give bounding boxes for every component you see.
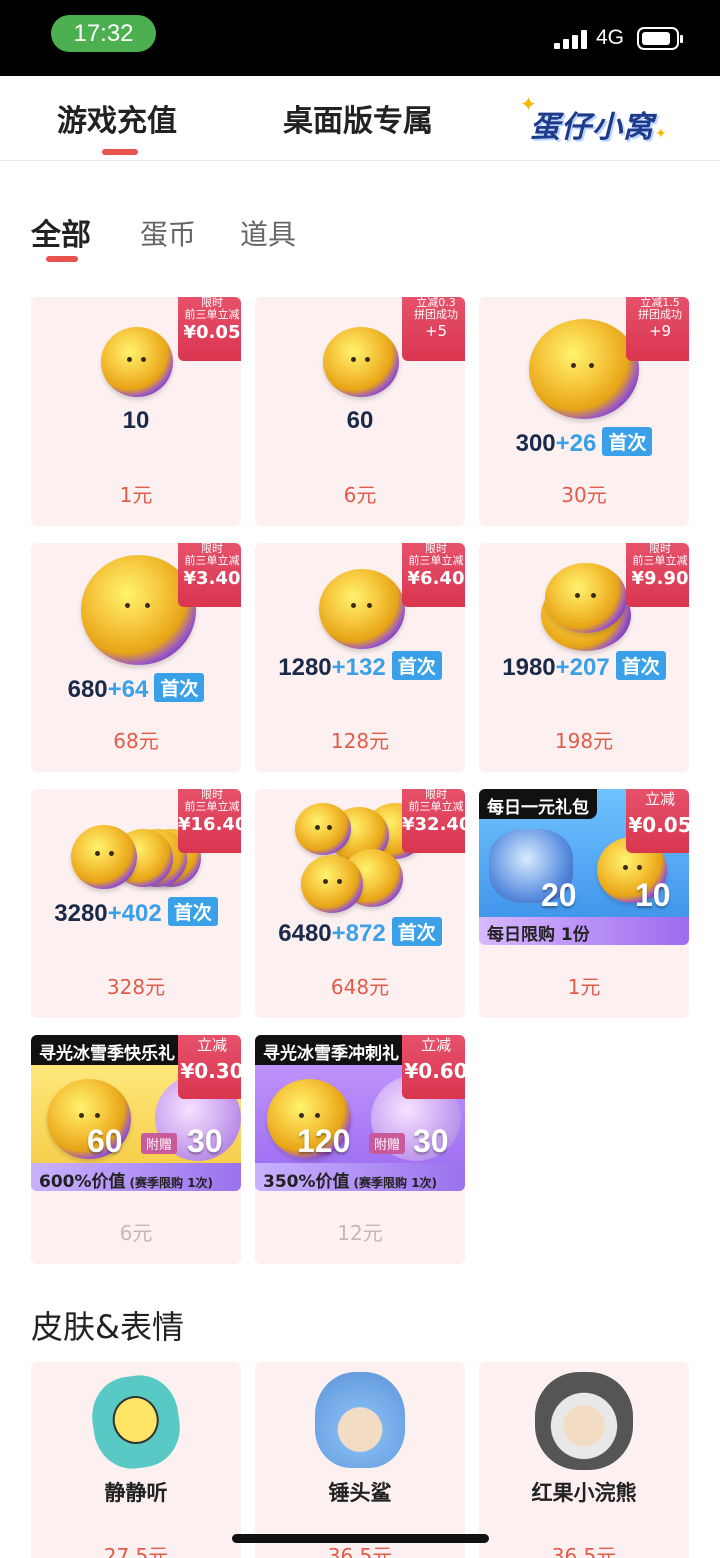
product-price: 198元 bbox=[554, 729, 614, 753]
gift-count: 30 bbox=[187, 1123, 223, 1159]
coin-icon bbox=[295, 803, 351, 855]
section-title: 皮肤&表情 bbox=[31, 1308, 184, 1346]
product-price: 1元 bbox=[567, 975, 601, 999]
pack-title: 寻光冰雪季快乐礼 bbox=[31, 1035, 191, 1065]
pack-limit: 每日限购 1份 bbox=[479, 917, 689, 945]
subtab-all[interactable]: 全部 bbox=[31, 210, 91, 254]
signal-icon bbox=[554, 29, 588, 49]
product-price: 12元 bbox=[337, 1221, 383, 1245]
skin-name: 静静听 bbox=[104, 1481, 168, 1505]
coin-count: 10 bbox=[635, 877, 671, 913]
pack-value: 350%价值 (赛季限购 1次) bbox=[255, 1163, 465, 1192]
coin-amount: 60 bbox=[346, 407, 374, 434]
network-label: 4G bbox=[596, 26, 625, 49]
coin-icon bbox=[319, 569, 405, 649]
status-time: 17:32 bbox=[51, 15, 156, 52]
gift-count: 30 bbox=[413, 1123, 449, 1159]
product-price: 1元 bbox=[119, 483, 153, 507]
coin-count: 120 bbox=[297, 1123, 351, 1159]
product-price: 6元 bbox=[343, 483, 377, 507]
season-pack-card[interactable]: 120 附赠 30 寻光冰雪季冲刺礼 350%价值 (赛季限购 1次) 12元 立… bbox=[255, 1035, 465, 1264]
coin-amount: 6480+872 首次 bbox=[255, 917, 465, 948]
coin-amount: 300+26 首次 bbox=[479, 427, 689, 458]
subtab-coins[interactable]: 蛋币 bbox=[140, 213, 196, 253]
skin-price: 27.5元 bbox=[103, 1544, 169, 1558]
coin-amount: 1280+132 首次 bbox=[255, 651, 465, 682]
coin-icon bbox=[323, 327, 399, 397]
coin-amount: 680+64 首次 bbox=[31, 673, 241, 704]
product-card[interactable]: 6480+872 首次 648元 限时 前三单立减 ¥32.40 bbox=[255, 789, 465, 1018]
gift-tag: 附赠 bbox=[141, 1133, 178, 1154]
discount-badge: 立减 ¥0.05 bbox=[626, 789, 689, 853]
skin-name: 锤头鲨 bbox=[328, 1481, 392, 1505]
brand-logo-text: 蛋仔小窝 bbox=[530, 110, 654, 145]
pack-title: 每日一元礼包 bbox=[479, 789, 597, 819]
tab-game-recharge[interactable]: 游戏充值 bbox=[57, 96, 177, 140]
product-card[interactable]: 1980+207 首次 198元 限时 前三单立减 ¥9.90 bbox=[479, 543, 689, 772]
product-price: 128元 bbox=[330, 729, 390, 753]
brand-logo[interactable]: ✦ 蛋仔小窝 ✦ bbox=[520, 92, 670, 148]
product-card[interactable]: 680+64 首次 68元 限时 前三单立减 ¥3.40 bbox=[31, 543, 241, 772]
pack-value: 600%价值 (赛季限购 1次) bbox=[31, 1163, 241, 1192]
skin-icon bbox=[87, 1370, 185, 1474]
product-price: 648元 bbox=[330, 975, 390, 999]
pack-title: 寻光冰雪季冲刺礼 bbox=[255, 1035, 415, 1065]
season-pack-card[interactable]: 60 附赠 30 寻光冰雪季快乐礼 600%价值 (赛季限购 1次) 6元 立减 ¥… bbox=[31, 1035, 241, 1264]
coin-amount: 3280+402 首次 bbox=[31, 897, 241, 928]
coin-icon bbox=[71, 825, 137, 889]
product-price: 6元 bbox=[119, 1221, 153, 1245]
skin-icon bbox=[535, 1372, 633, 1470]
skin-name: 红果小浣熊 bbox=[531, 1481, 637, 1505]
product-card[interactable]: 10 1元 限时 前三单立减 ¥0.05 bbox=[31, 297, 241, 526]
gift-tag: 附赠 bbox=[369, 1133, 406, 1154]
status-bar: 17:32 4G bbox=[0, 0, 720, 76]
group-discount-badge: 立减0.3 拼团成功 +5 bbox=[402, 297, 465, 361]
discount-badge: 立减 ¥0.30 bbox=[178, 1035, 241, 1099]
product-card[interactable]: 1280+132 首次 128元 限时 前三单立减 ¥6.40 bbox=[255, 543, 465, 772]
product-price: 328元 bbox=[106, 975, 166, 999]
discount-badge: 限时 前三单立减 ¥0.05 bbox=[178, 297, 241, 361]
item-count: 20 bbox=[541, 877, 577, 913]
skin-icon bbox=[315, 1372, 405, 1468]
top-tab-bar: 游戏充值 桌面版专属 ✦ 蛋仔小窝 ✦ bbox=[0, 76, 720, 161]
subtab-items[interactable]: 道具 bbox=[240, 213, 296, 253]
skin-card[interactable]: 锤头鲨 36.5元 bbox=[255, 1362, 465, 1558]
coin-count: 60 bbox=[87, 1123, 123, 1159]
skin-card[interactable]: 红果小浣熊 36.5元 bbox=[479, 1362, 689, 1558]
sparkle-icon: ✦ bbox=[655, 126, 667, 142]
coin-icon bbox=[529, 319, 639, 419]
skin-price: 36.5元 bbox=[551, 1544, 617, 1558]
daily-pack-card[interactable]: 20 10 每日一元礼包 每日限购 1份 1元 立减 ¥0.05 bbox=[479, 789, 689, 1018]
product-card[interactable]: 300+26 首次 30元 立减1.5 拼团成功 +9 bbox=[479, 297, 689, 526]
tab-desktop-exclusive[interactable]: 桌面版专属 bbox=[283, 96, 433, 140]
skin-card[interactable]: 静静听 27.5元 bbox=[31, 1362, 241, 1558]
battery-icon bbox=[637, 27, 683, 50]
product-price: 68元 bbox=[113, 729, 159, 753]
coin-amount: 1980+207 首次 bbox=[479, 651, 689, 682]
coin-icon bbox=[301, 855, 363, 913]
product-price: 30元 bbox=[561, 483, 607, 507]
discount-badge: 立减 ¥0.60 bbox=[402, 1035, 465, 1099]
product-card[interactable]: 60 6元 立减0.3 拼团成功 +5 bbox=[255, 297, 465, 526]
discount-badge: 限时 前三单立减 ¥32.40 bbox=[402, 789, 465, 853]
coin-icon bbox=[545, 563, 627, 633]
group-discount-badge: 立减1.5 拼团成功 +9 bbox=[626, 297, 689, 361]
coin-icon bbox=[101, 327, 173, 397]
discount-badge: 限时 前三单立减 ¥16.40 bbox=[178, 789, 241, 853]
home-indicator[interactable] bbox=[232, 1534, 489, 1543]
product-card[interactable]: 3280+402 首次 328元 限时 前三单立减 ¥16.40 bbox=[31, 789, 241, 1018]
discount-badge: 限时 前三单立减 ¥6.40 bbox=[402, 543, 465, 607]
subtab-indicator bbox=[46, 256, 78, 262]
discount-badge: 限时 前三单立减 ¥3.40 bbox=[178, 543, 241, 607]
coin-amount: 10 bbox=[122, 407, 150, 434]
discount-badge: 限时 前三单立减 ¥9.90 bbox=[626, 543, 689, 607]
active-tab-indicator bbox=[102, 149, 138, 155]
